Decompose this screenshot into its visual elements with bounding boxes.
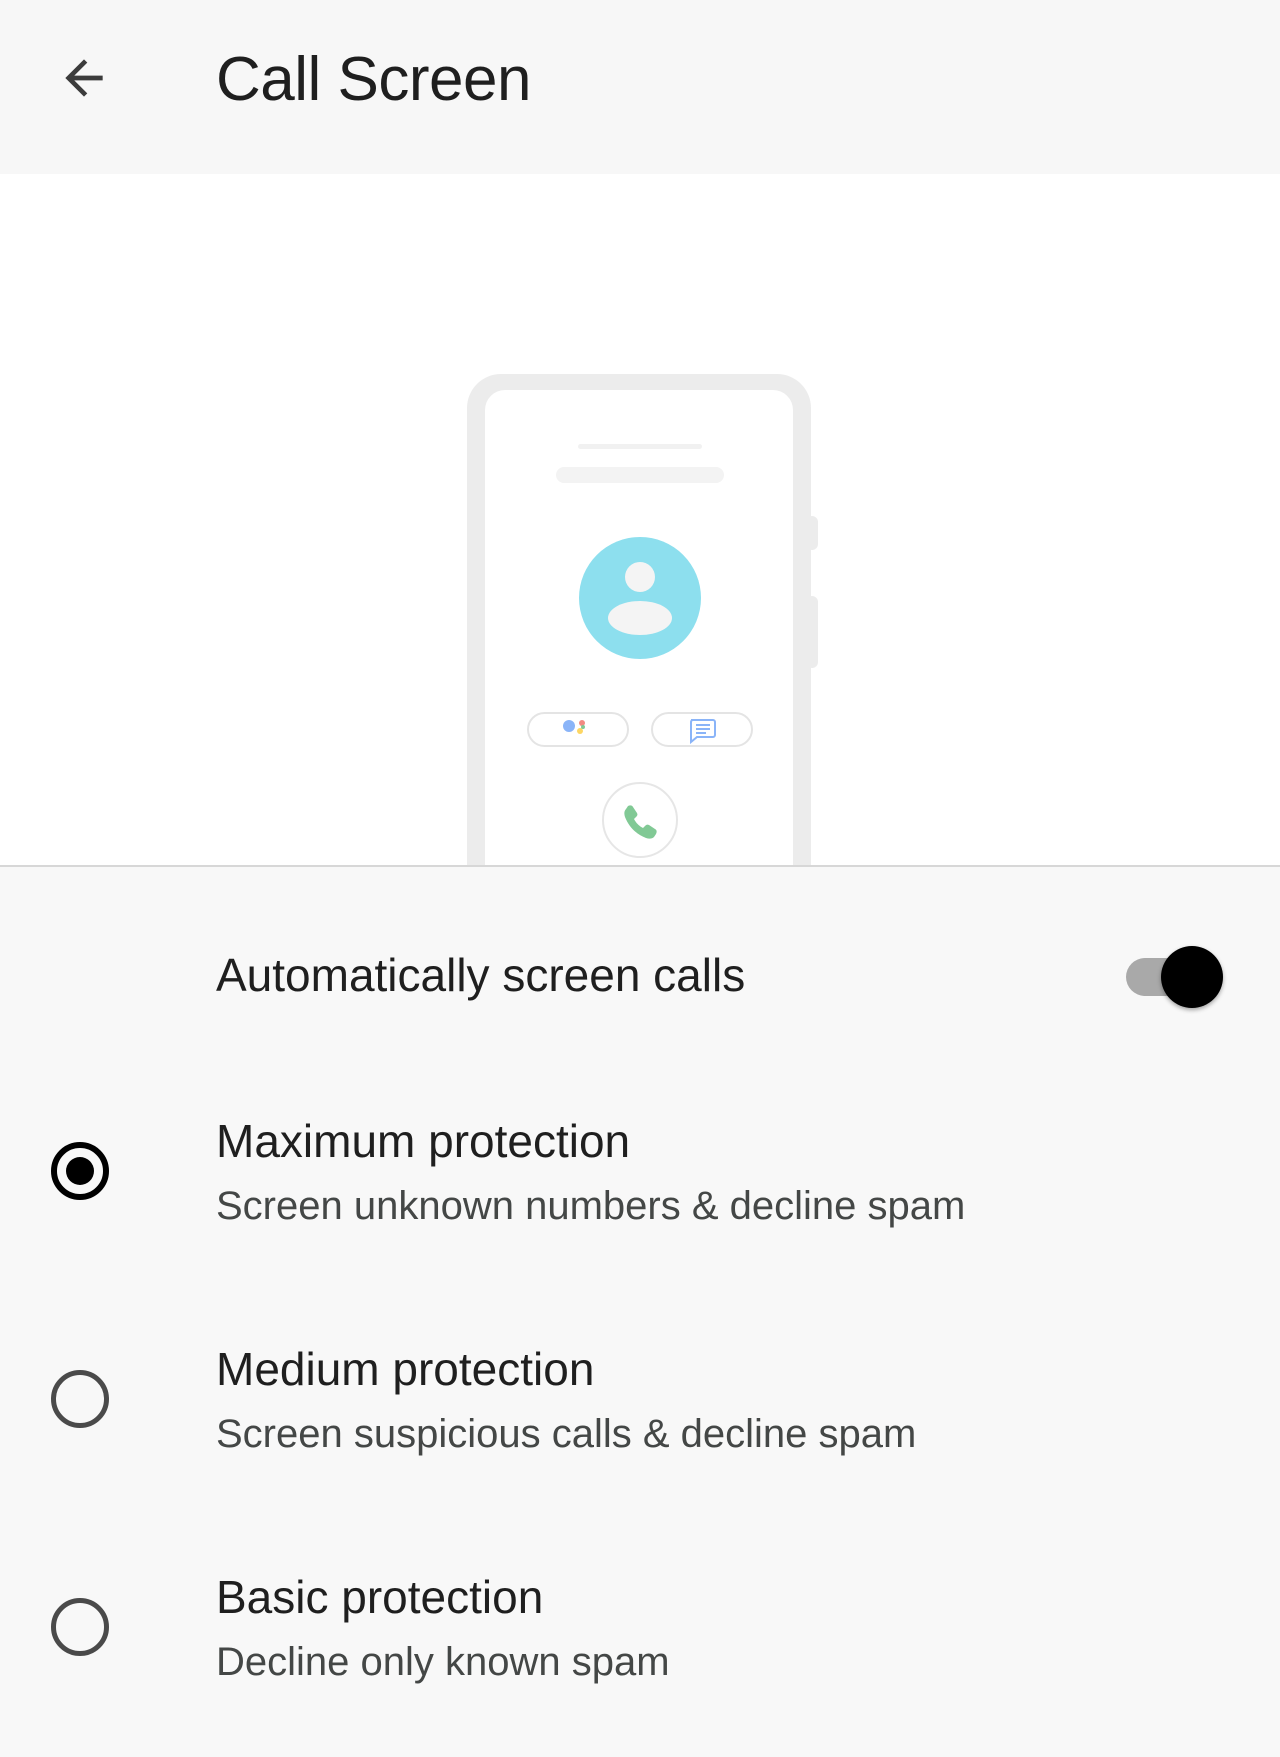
radio-button[interactable] <box>51 1370 109 1428</box>
app-bar: Call Screen <box>0 0 1280 174</box>
phone-icon <box>602 782 678 858</box>
option-subtitle: Decline only known spam <box>216 1640 670 1684</box>
switch-thumb <box>1161 946 1223 1008</box>
auto-screen-switch[interactable] <box>1126 944 1223 1010</box>
option-medium-protection[interactable]: Medium protection Screen suspicious call… <box>0 1308 1280 1488</box>
divider <box>0 865 1280 867</box>
hero-illustration <box>0 174 1280 866</box>
radio-button-checked[interactable] <box>51 1142 109 1200</box>
radio-button[interactable] <box>51 1598 109 1656</box>
auto-screen-toggle-row[interactable]: Automatically screen calls <box>0 920 1280 1030</box>
arrow-back-icon <box>65 59 103 97</box>
auto-screen-label: Automatically screen calls <box>216 949 746 1001</box>
page-title: Call Screen <box>216 45 531 114</box>
option-title: Basic protection <box>216 1571 544 1623</box>
option-subtitle: Screen unknown numbers & decline spam <box>216 1184 966 1228</box>
option-subtitle: Screen suspicious calls & decline spam <box>216 1412 917 1456</box>
option-title: Maximum protection <box>216 1115 631 1167</box>
option-basic-protection[interactable]: Basic protection Decline only known spam <box>0 1536 1280 1716</box>
option-maximum-protection[interactable]: Maximum protection Screen unknown number… <box>0 1080 1280 1260</box>
option-title: Medium protection <box>216 1343 595 1395</box>
back-button[interactable] <box>40 34 128 122</box>
person-icon <box>579 537 701 659</box>
